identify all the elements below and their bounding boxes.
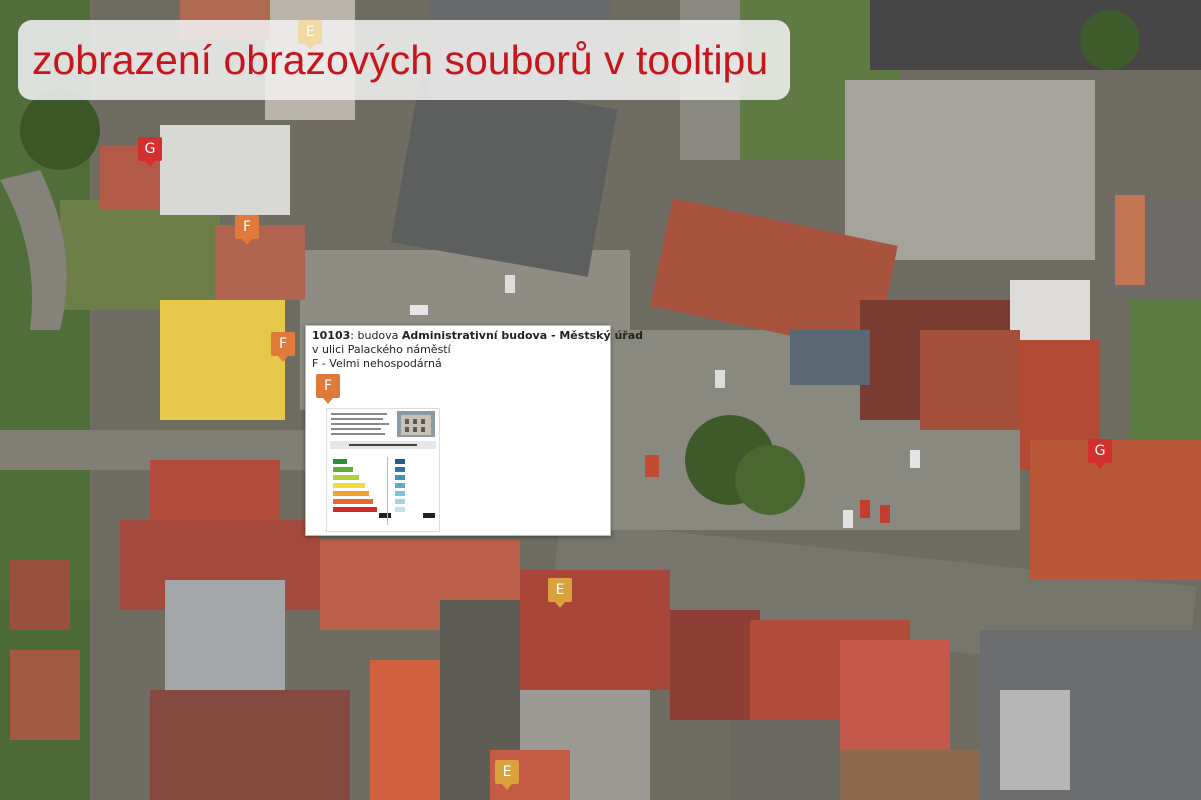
marker-label: E [555,582,565,598]
street-name: Palackého náměstí [347,343,451,356]
tooltip-header: 10103: budova Administrativní budova - M… [312,329,643,342]
energy-marker-g[interactable]: G [138,137,162,167]
map-canvas[interactable]: zobrazení obrazových souborů v tooltipu … [0,0,1201,800]
marker-label: E [305,24,315,40]
energy-marker-f[interactable]: F [235,215,259,245]
tooltip-marker-label: F [323,378,333,394]
marker-label: G [144,141,156,157]
marker-label: F [242,219,252,235]
tooltip-street: v ulici Palackého náměstí [312,343,604,357]
building-id: 10103 [312,329,351,342]
marker-label: F [278,336,288,352]
marker-label: E [502,764,512,780]
building-type: budova [357,329,399,342]
energy-certificate-image [326,408,440,532]
building-tooltip: 10103: budova Administrativní budova - M… [305,325,643,536]
energy-marker-e[interactable]: E [548,578,572,608]
tooltip-energy-marker-f: F [316,374,340,404]
tooltip-rating: F - Velmi nehospodárná [312,357,442,370]
energy-marker-e[interactable]: E [298,20,322,50]
energy-marker-e[interactable]: E [495,760,519,790]
title-banner: zobrazení obrazových souborů v tooltipu [18,20,790,100]
marker-label: G [1094,443,1106,459]
street-prefix: v ulici [312,343,345,356]
building-name: Administrativní budova - Městský úřad [401,329,643,342]
page-title: zobrazení obrazových souborů v tooltipu [32,36,769,83]
energy-marker-g[interactable]: G [1088,439,1112,469]
energy-certificate-thumbnail [327,409,439,531]
energy-marker-f[interactable]: F [271,332,295,362]
